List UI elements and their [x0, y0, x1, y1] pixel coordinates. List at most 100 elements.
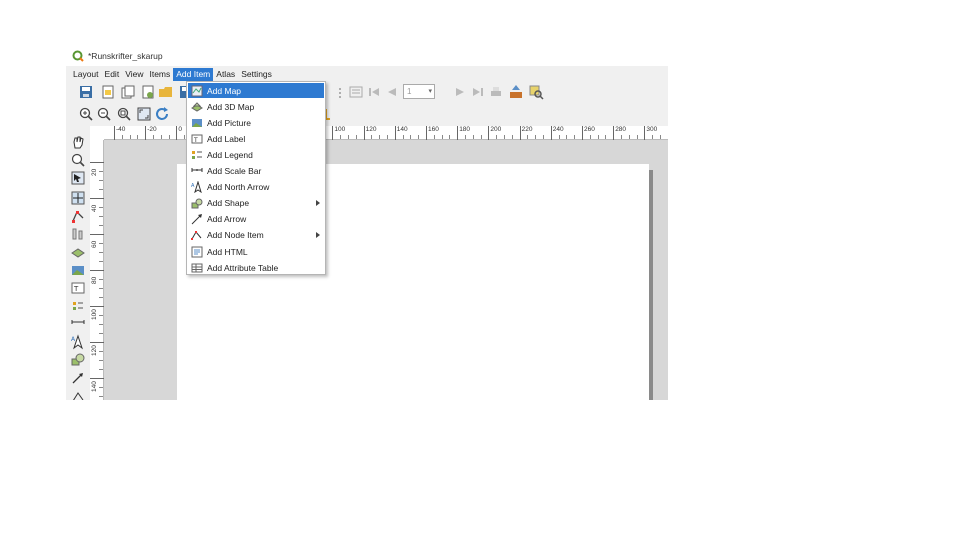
ruler-h-label: 200 — [490, 126, 502, 133]
ruler-v-label: 40 — [91, 204, 98, 212]
ruler-h-minor-tick — [496, 135, 498, 139]
ruler-h-minor-tick — [527, 135, 529, 139]
vertical-ruler[interactable]: 20 40 60 80 100 120 140 — [90, 140, 104, 400]
ruler-v-label: 100 — [91, 309, 98, 320]
menu-item-label: Add Map — [207, 85, 242, 96]
add-north-arrow-tool-icon[interactable]: A — [70, 334, 86, 350]
add-3d-map-tool-icon[interactable] — [70, 244, 86, 260]
menu-add-item[interactable]: Add Item — [173, 68, 214, 81]
menu-item-add-scale-bar[interactable]: Add Scale Bar — [188, 164, 324, 179]
ruler-v-minor-tick — [99, 171, 103, 172]
menu-edit[interactable]: Edit — [102, 68, 123, 81]
navigation-toolbar — [66, 104, 668, 124]
menu-view[interactable]: View — [122, 68, 146, 81]
menu-item-label: Add 3D Map — [207, 101, 255, 112]
ruler-v-minor-tick — [99, 180, 103, 181]
ruler-h-label: 260 — [584, 126, 595, 133]
ruler-h-minor-tick — [137, 135, 139, 139]
export-atlas-icon[interactable] — [508, 84, 524, 100]
edit-nodes-icon[interactable] — [70, 208, 86, 224]
menu-settings[interactable]: Settings — [238, 68, 275, 81]
ruler-h-minor-tick — [348, 135, 349, 139]
add-scale-bar-tool-icon[interactable] — [70, 316, 86, 332]
menu-item-add-label[interactable]: T Add Label — [188, 131, 324, 146]
window-title: *Runskrifter_skarup — [88, 51, 163, 61]
atlas-preview-icon[interactable] — [528, 84, 544, 100]
add-label-tool-icon[interactable]: T — [70, 280, 86, 296]
ruler-h-minor-tick — [480, 135, 482, 139]
menu-item-add-html[interactable]: Add HTML — [188, 244, 324, 259]
layout-toolbar: 1 ▾ — [66, 82, 668, 102]
menu-atlas[interactable]: Atlas — [213, 68, 238, 81]
ruler-v-tick — [90, 162, 104, 163]
ruler-h-minor-tick — [628, 135, 630, 139]
zoom-out-icon[interactable] — [96, 106, 112, 122]
add-legend-tool-icon[interactable] — [70, 298, 86, 314]
add-picture-tool-icon[interactable] — [70, 262, 86, 278]
submenu-arrow-icon — [315, 199, 321, 207]
print-atlas-icon[interactable] — [488, 84, 504, 100]
ruler-h-minor-tick — [340, 135, 342, 139]
zoom-actual-icon[interactable] — [116, 106, 132, 122]
menu-item-add-picture[interactable]: Add Picture — [188, 115, 324, 130]
ruler-h-label: 280 — [615, 126, 627, 133]
atlas-page-select[interactable]: 1 ▾ — [403, 84, 435, 99]
ruler-h-tick — [176, 126, 178, 140]
save-icon[interactable] — [78, 84, 94, 100]
menu-item-add-3d-map[interactable]: Add 3D Map — [188, 99, 324, 114]
add-node-item-tool-icon[interactable] — [70, 388, 86, 400]
picture-icon — [191, 117, 203, 129]
next-feature-icon[interactable] — [452, 84, 468, 100]
menu-layout[interactable]: Layout — [70, 68, 102, 81]
page-shadow — [649, 170, 653, 400]
ruler-h-minor-tick — [418, 135, 420, 139]
atlas-settings-icon[interactable] — [348, 84, 364, 100]
menu-item-add-map[interactable]: Add Map — [188, 83, 324, 98]
ruler-h-minor-tick — [465, 135, 466, 139]
ruler-v-minor-tick — [99, 387, 103, 388]
last-feature-icon[interactable] — [470, 84, 486, 100]
ruler-h-tick — [363, 126, 365, 140]
menu-item-add-legend[interactable]: Add Legend — [188, 147, 324, 162]
ruler-h-minor-tick — [543, 135, 544, 139]
open-template-icon[interactable] — [158, 84, 174, 100]
first-feature-icon[interactable] — [366, 84, 382, 100]
ruler-h-label: -40 — [116, 126, 126, 133]
ruler-h-minor-tick — [504, 135, 505, 139]
align-icon[interactable] — [70, 226, 86, 242]
add-arrow-tool-icon[interactable] — [70, 370, 86, 386]
ruler-v-label: 20 — [91, 168, 98, 176]
move-content-icon[interactable] — [70, 190, 86, 206]
menu-item-label: Add HTML — [207, 246, 248, 257]
new-layout-icon[interactable] — [100, 84, 116, 100]
ruler-h-minor-tick — [441, 135, 443, 139]
duplicate-layout-icon[interactable] — [120, 84, 136, 100]
menu-item-label: Add North Arrow — [207, 182, 270, 193]
pan-hand-icon[interactable] — [70, 134, 86, 150]
zoom-tool-icon[interactable] — [70, 152, 86, 168]
menu-item-label: Add Arrow — [207, 214, 247, 225]
menu-item-add-shape[interactable]: Add Shape — [188, 196, 324, 211]
ruler-v-minor-tick — [99, 261, 103, 262]
select-move-icon[interactable] — [70, 170, 86, 186]
ruler-h-minor-tick — [558, 135, 560, 139]
ruler-h-tick — [394, 126, 396, 140]
ruler-h-label: 240 — [552, 126, 564, 133]
label-icon: T — [191, 133, 203, 145]
menu-items[interactable]: Items — [146, 68, 173, 81]
add-shape-tool-icon[interactable] — [70, 352, 86, 368]
zoom-in-icon[interactable] — [78, 106, 94, 122]
menu-item-add-node-item[interactable]: Add Node Item — [188, 228, 324, 243]
menu-bar: Layout Edit View Items Add Item Atlas Se… — [66, 68, 668, 81]
ruler-v-minor-tick — [99, 333, 103, 334]
menu-item-add-arrow[interactable]: Add Arrow — [188, 212, 324, 227]
ruler-v-minor-tick — [99, 360, 103, 361]
refresh-icon[interactable] — [154, 106, 170, 122]
menu-item-add-attribute-table[interactable]: Add Attribute Table — [188, 260, 324, 275]
ruler-v-minor-tick — [99, 369, 103, 370]
previous-feature-icon[interactable] — [384, 84, 400, 100]
menu-item-label: Add Scale Bar — [207, 166, 262, 176]
layout-manager-icon[interactable] — [140, 84, 156, 100]
menu-item-add-north-arrow[interactable]: A Add North Arrow — [188, 180, 324, 195]
zoom-full-icon[interactable] — [136, 106, 152, 122]
